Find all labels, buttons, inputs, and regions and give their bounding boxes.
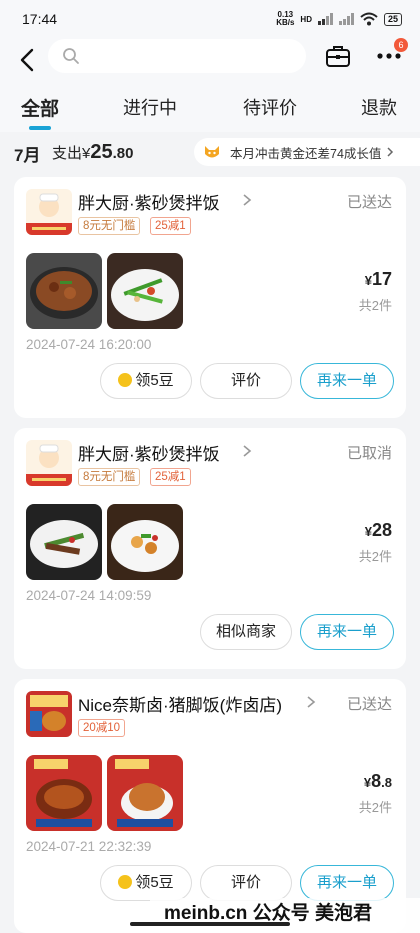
food-image — [26, 253, 102, 329]
order-price: ¥8.8 — [363, 771, 392, 791]
active-tab-indicator — [29, 126, 51, 130]
shop-name[interactable]: 胖大厨·紫砂煲拌饭 — [78, 440, 220, 465]
food-image — [26, 504, 102, 580]
shop-logo — [26, 189, 72, 235]
reorder-button[interactable]: 再来一单 — [300, 363, 394, 399]
food-image — [107, 253, 183, 329]
food-image — [26, 755, 102, 831]
chevron-right-icon — [307, 696, 316, 708]
tab-all[interactable]: 全部 — [21, 94, 59, 121]
signal-icon — [317, 13, 333, 25]
shop-name[interactable]: 胖大厨·紫砂煲拌饭 — [78, 189, 220, 214]
promo-text: 本月冲击黄金还差74成长值 — [230, 146, 382, 161]
search-box[interactable] — [48, 39, 306, 73]
signal-2-icon — [338, 13, 354, 25]
review-button[interactable]: 评价 — [200, 865, 292, 901]
claim-beans-button[interactable]: 领5豆 — [100, 865, 192, 901]
wifi-icon — [360, 12, 378, 26]
chevron-right-icon — [243, 445, 252, 457]
watermark-text: meinb.cn 公众号 美泡君 — [150, 898, 420, 933]
membership-promo[interactable]: 本月冲击黄金还差74成长值 — [194, 138, 420, 166]
shop-name[interactable]: Nice奈斯卤·猪脚饭(炸卤店) — [78, 691, 282, 716]
order-card[interactable]: 胖大厨·紫砂煲拌饭 已取消 8元无门槛 25减1 ¥28 共2件 2024-07… — [14, 428, 406, 669]
bean-icon — [118, 372, 133, 387]
chevron-right-icon — [243, 194, 252, 206]
notification-badge: 6 — [394, 38, 408, 52]
status-time: 17:44 — [22, 11, 58, 27]
month-label[interactable]: 7月 — [14, 141, 40, 166]
fox-mascot-icon — [205, 146, 219, 158]
chevron-right-icon — [387, 147, 394, 157]
reorder-button[interactable]: 再来一单 — [300, 614, 394, 650]
claim-beans-button[interactable]: 领5豆 — [100, 363, 192, 399]
discount-tag: 20减10 — [78, 719, 126, 737]
reorder-button[interactable]: 再来一单 — [300, 865, 394, 901]
discount-tag: 25减1 — [150, 217, 191, 235]
order-status: 已取消 — [346, 445, 392, 462]
review-button[interactable]: 评价 — [200, 363, 292, 399]
order-time: 2024-07-24 16:20:00 — [26, 337, 152, 352]
top-header: 6 — [0, 38, 420, 82]
order-price: ¥17 — [364, 269, 392, 289]
coupon-tag: 8元无门槛 — [78, 468, 141, 486]
food-image — [107, 755, 183, 831]
hd-label: HD — [300, 14, 312, 24]
discount-tag: 25减1 — [150, 468, 191, 486]
order-tabs: 全部 进行中 待评价 退款 — [0, 82, 420, 132]
tab-pending-review[interactable]: 待评价 — [243, 94, 297, 120]
shop-logo — [26, 691, 72, 737]
item-count: 共2件 — [358, 549, 392, 564]
coupon-tag: 8元无门槛 — [78, 217, 141, 235]
spend-summary: 支出¥25.80 — [52, 141, 134, 163]
item-count: 共2件 — [358, 298, 392, 313]
tab-refund[interactable]: 退款 — [361, 94, 397, 120]
status-icons: 0.13 KB/s HD 25 — [276, 11, 402, 27]
back-arrow-icon[interactable] — [16, 46, 40, 74]
battery-icon: 25 — [383, 12, 402, 26]
order-status: 已送达 — [346, 194, 392, 211]
food-image — [107, 504, 183, 580]
order-status: 已送达 — [346, 696, 392, 713]
bean-icon — [118, 874, 133, 889]
search-input[interactable] — [86, 48, 286, 64]
order-card[interactable]: Nice奈斯卤·猪脚饭(炸卤店) 已送达 20减10 ¥8.8 共2件 2024… — [14, 679, 406, 933]
shop-logo — [26, 440, 72, 486]
net-speed: 0.13 KB/s — [276, 10, 295, 27]
home-indicator[interactable] — [130, 922, 290, 926]
order-time: 2024-07-24 14:09:59 — [26, 588, 152, 603]
month-summary: 7月 支出¥25.80 本月冲击黄金还差74成长值 — [0, 132, 420, 172]
order-time: 2024-07-21 22:32:39 — [26, 839, 152, 854]
tab-in-progress[interactable]: 进行中 — [123, 94, 177, 120]
briefcase-icon[interactable] — [325, 44, 351, 68]
order-price: ¥28 — [364, 520, 392, 540]
order-card[interactable]: 胖大厨·紫砂煲拌饭 已送达 8元无门槛 25减1 ¥17 共2件 2024-07… — [14, 177, 406, 418]
status-bar: 17:44 0.13 KB/s HD 25 — [0, 0, 420, 38]
search-icon — [63, 48, 79, 64]
similar-shops-button[interactable]: 相似商家 — [200, 614, 292, 650]
item-count: 共2件 — [358, 800, 392, 815]
